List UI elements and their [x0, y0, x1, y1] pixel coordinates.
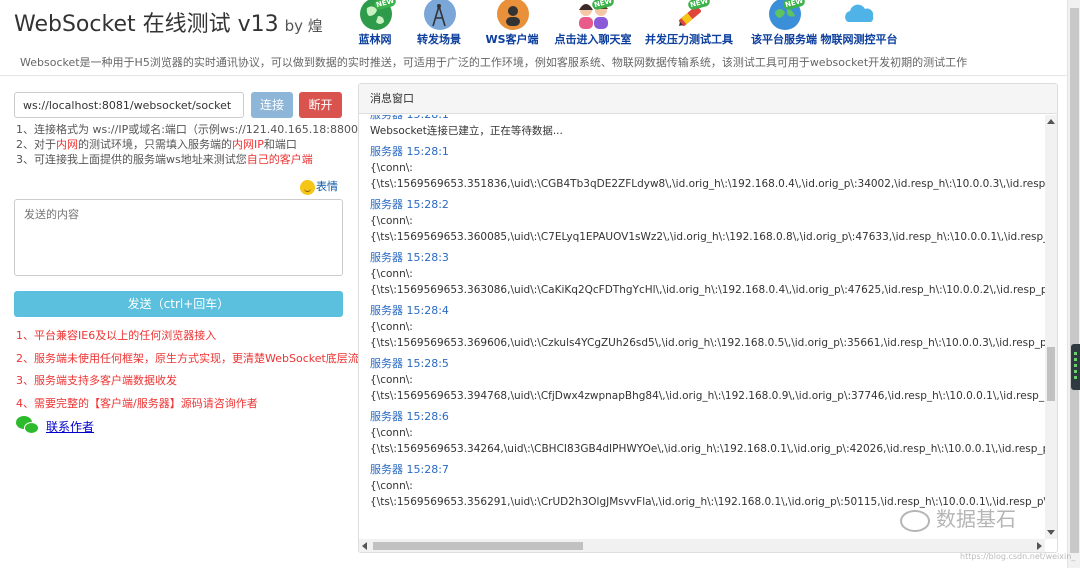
nav-label: 点击进入聊天室 — [554, 33, 632, 46]
message-item: 服务器 15:28:4 {\conn\: {\ts\:1569569653.3696… — [370, 303, 1045, 356]
connection-tips: 1、连接格式为 ws://IP或域名:端口（示例ws://121.40.165.… — [16, 122, 369, 167]
page-description: Websocket是一种用于H5浏览器的实时通讯协议，可以做到数据的实时推送，可… — [20, 56, 968, 69]
author-byline: by 煌 — [284, 17, 323, 35]
message-horizontal-scrollbar[interactable] — [359, 539, 1045, 552]
nav-label: 物联网测控平台 — [820, 33, 898, 46]
message-item: 服务器 15:28:3 {\conn\: {\ts\:1569569653.3630… — [370, 250, 1045, 303]
message-log[interactable]: 服务器 15:28:1Websocket连接已建立，正在等待数据...服务器 1… — [359, 115, 1045, 539]
message-vertical-scrollbar[interactable] — [1045, 115, 1057, 539]
feature-list: 1、平台兼容IE6及以上的任何浏览器接入 2、服务端未使用任何框架，原生方式实现… — [16, 328, 370, 418]
watermark: 数据基石 — [900, 503, 1016, 532]
message-content: {\conn\: — [370, 215, 413, 227]
connect-button[interactable]: 连接 — [251, 92, 293, 118]
tip-highlight: 自己的客户端 — [246, 153, 313, 166]
wechat-icon — [16, 416, 40, 436]
message-item: 服务器 15:28:1 {\conn\: {\ts\:1569569653.3518… — [370, 144, 1045, 197]
emoji-label: 表情 — [316, 180, 338, 193]
message-item: 服务器 15:28:5 {\conn\: {\ts\:1569569653.3947… — [370, 356, 1045, 409]
scroll-down-arrow-icon[interactable] — [1047, 530, 1055, 535]
message-sender: 服务器 15:28:6 — [370, 410, 449, 423]
message-window-title: 消息窗口 — [359, 84, 1057, 114]
cloud-icon — [842, 0, 876, 30]
message-content: {\ts\:1569569653.34264,\uid\:\CBHCI83GB4… — [370, 443, 1045, 455]
message-sender: 服务器 15:28:5 — [370, 357, 449, 370]
page-title: WebSocket 在线测试 v13 by 煌 — [14, 6, 323, 38]
globe-icon: NEW — [358, 0, 397, 30]
feature-item: 2、服务端未使用任何框架，原生方式实现，更清楚WebSocket底层流程 — [16, 351, 370, 365]
message-content: {\ts\:1569569653.369606,\uid\:\Czkuls4YC… — [370, 337, 1045, 349]
page-scrollbar[interactable] — [1067, 0, 1080, 568]
message-item: 服务器 15:28:6 {\conn\: {\ts\:1569569653.3426… — [370, 409, 1045, 462]
message-sender: 服务器 15:28:1 — [370, 145, 449, 158]
tip-highlight: 内网 — [56, 138, 78, 151]
nav-item-stress-test[interactable]: NEW 并发压力测试工具 — [644, 0, 734, 50]
feature-item: 3、服务端支持多客户端数据收发 — [16, 374, 177, 387]
message-content: {\ts\:1569569653.394768,\uid\:\CfjDwx4zw… — [370, 390, 1045, 402]
message-content: Websocket连接已建立，正在等待数据... — [370, 125, 563, 137]
emoji-button[interactable]: 表情 — [300, 178, 338, 195]
feature-item: 4、需要完整的【客户端/服务器】源码请咨询作者 — [16, 396, 258, 410]
disconnect-button[interactable]: 断开 — [299, 92, 342, 118]
message-content: {\conn\: — [370, 162, 413, 174]
scroll-up-arrow-icon[interactable] — [1047, 119, 1055, 124]
tip-line-2: 2、对于内网的测试环境，只需填入服务端的内网IP和端口 — [16, 138, 297, 151]
tip-line-1: 1、连接格式为 ws://IP或域名:端口（示例ws://121.40.165.… — [16, 123, 369, 136]
message-textarea[interactable] — [14, 199, 343, 276]
page-header: WebSocket 在线测试 v13 by 煌 NEW 蓝林网 转发场景 WS客户… — [0, 0, 1080, 76]
side-floating-widget[interactable] — [1071, 344, 1080, 390]
smiley-icon — [300, 179, 315, 195]
message-content: {\ts\:1569569653.351836,\uid\:\CGB4Tb3qD… — [370, 178, 1045, 190]
message-sender: 服务器 15:28:4 — [370, 304, 449, 317]
scroll-thumb[interactable] — [1047, 347, 1055, 401]
nav-label: WS客户端 — [485, 33, 539, 46]
message-content: {\conn\: — [370, 374, 413, 386]
message-content: {\conn\: — [370, 321, 413, 333]
message-window: 消息窗口 服务器 15:28:1 Websocket连接已建立，正在等待数据...… — [358, 83, 1058, 553]
scroll-right-arrow-icon[interactable] — [1037, 542, 1042, 550]
nav-item-chatroom[interactable]: NEW 点击进入聊天室 — [548, 0, 638, 50]
contact-author-link[interactable]: 联系作者 — [46, 420, 94, 434]
message-content: {\conn\: — [370, 268, 413, 280]
title-text: WebSocket 在线测试 v13 — [14, 12, 279, 37]
tip-highlight: 内网IP — [232, 138, 264, 151]
message-sender: 服务器 15:28:7 — [370, 463, 449, 476]
message-item: 服务器 15:28:1 Websocket连接已建立，正在等待数据... — [370, 115, 1045, 144]
chat-people-icon: NEW — [576, 0, 615, 30]
nav-item-iot-platform[interactable]: 物联网测控平台 — [814, 0, 904, 50]
feature-item: 1、平台兼容IE6及以上的任何浏览器接入 — [16, 329, 217, 342]
earth-icon: NEW — [767, 0, 806, 30]
nav-item-ws-client[interactable]: WS客户端 — [467, 0, 557, 50]
pencil-tool-icon: NEW — [672, 0, 711, 30]
message-content: {\ts\:1569569653.360085,\uid\:\C7ELyq1EP… — [370, 231, 1045, 243]
message-content: {\conn\: — [370, 427, 413, 439]
message-sender: 服务器 15:28:1 — [370, 115, 1045, 123]
send-button[interactable]: 发送（ctrl+回车） — [14, 291, 343, 317]
page-scroll-thumb[interactable] — [1070, 8, 1079, 553]
watermark-text: 数据基石 — [936, 507, 1016, 531]
scroll-left-arrow-icon[interactable] — [362, 542, 367, 550]
antenna-icon — [422, 0, 456, 30]
wechat-logo-icon — [900, 509, 930, 532]
message-content: {\ts\:1569569653.363086,\uid\:\CaKiKq2Qc… — [370, 284, 1045, 296]
message-item: 服务器 15:28:2 {\conn\: {\ts\:1569569653.3600… — [370, 197, 1045, 250]
message-content: {\conn\: — [370, 480, 413, 492]
user-icon — [495, 0, 529, 30]
message-sender: 服务器 15:28:2 — [370, 198, 449, 211]
message-sender: 服务器 15:28:3 — [370, 251, 449, 264]
watermark-url: https://blog.csdn.net/weixin_ — [960, 552, 1076, 561]
nav-label: 并发压力测试工具 — [645, 33, 733, 46]
scroll-thumb[interactable] — [373, 542, 583, 550]
tip-line-3: 3、可连接我上面提供的服务端ws地址来测试您自己的客户端 — [16, 153, 313, 166]
contact-author: 联系作者 — [16, 416, 94, 436]
message-list: 服务器 15:28:1Websocket连接已建立，正在等待数据...服务器 1… — [370, 115, 1045, 515]
websocket-url-input[interactable] — [14, 92, 244, 118]
